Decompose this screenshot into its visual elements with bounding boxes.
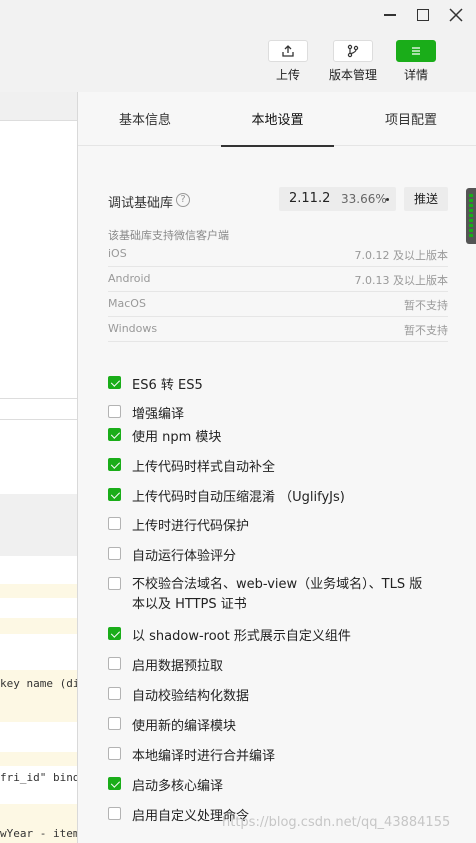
os-support-row: Windows 暂不支持 — [108, 317, 448, 342]
option-label: 自动校验结构化数据 — [132, 689, 250, 704]
library-version: 2.11.2 — [289, 191, 331, 206]
checkbox[interactable] — [108, 428, 121, 441]
checkbox[interactable] — [108, 717, 121, 730]
os-name: Windows — [108, 322, 158, 335]
upload-button[interactable]: 上传 — [258, 40, 318, 83]
indicator-bar — [469, 214, 473, 217]
checkbox[interactable] — [108, 376, 121, 389]
scroll-indicator[interactable] — [466, 188, 476, 244]
details-panel: 基本信息 本地设置 项目配置 调试基础库 ? 2.11.2 33.66% 推送 … — [77, 92, 476, 843]
os-version: 7.0.12 及以上版本 — [354, 249, 448, 262]
option-label: 启用数据预拉取 — [132, 659, 224, 674]
code-line: key name (di — [0, 677, 77, 690]
push-button[interactable]: 推送 — [404, 187, 448, 211]
os-support-row: MacOS 暂不支持 — [108, 292, 448, 317]
tab-project-config[interactable]: 项目配置 — [365, 92, 457, 146]
debug-library-label: 调试基础库 — [108, 196, 174, 211]
checkbox[interactable] — [108, 577, 121, 590]
option-label: 增强编译 — [132, 407, 185, 422]
option-label: 启动多核心编译 — [132, 779, 224, 794]
tab-local-settings[interactable]: 本地设置 — [221, 92, 334, 147]
option-label: 自动运行体验评分 — [132, 549, 237, 564]
indicator-bar — [469, 209, 473, 212]
code-line: fri_id" bind — [0, 771, 77, 784]
minimize-button[interactable] — [377, 3, 403, 27]
indicator-bar — [469, 199, 473, 202]
option-label: 以 shadow-root 形式展示自定义组件 — [132, 629, 351, 644]
details-label: 详情 — [403, 68, 428, 82]
details-button[interactable]: 详情 — [386, 40, 446, 83]
indicator-bar — [469, 224, 473, 227]
divider — [0, 120, 77, 121]
library-percent: 33.66% — [341, 192, 387, 206]
option-label: 本地编译时进行合并编译 — [132, 749, 276, 764]
minimize-icon — [384, 14, 396, 16]
option-label: 上传时进行代码保护 — [132, 519, 250, 534]
os-support-row: Android 7.0.13 及以上版本 — [108, 267, 448, 292]
indicator-bar — [469, 234, 473, 237]
option-label: 上传代码时样式自动补全 — [132, 460, 276, 475]
checkbox[interactable] — [108, 807, 121, 820]
dropdown-dot-icon — [386, 198, 389, 201]
version-management-button[interactable]: 版本管理 — [322, 40, 384, 83]
tab-bar: 基本信息 本地设置 项目配置 — [78, 92, 476, 147]
code-line: wYear - item — [0, 827, 77, 840]
os-version: 暂不支持 — [404, 324, 448, 337]
option-label: 使用新的编译模块 — [132, 719, 237, 734]
checkbox[interactable] — [108, 687, 121, 700]
checkbox[interactable] — [108, 488, 121, 501]
debug-library-row: 调试基础库 ? 2.11.2 33.66% 推送 — [108, 187, 453, 213]
code-highlight — [0, 584, 77, 598]
watermark: https://blog.csdn.net/qq_43884155 — [222, 815, 451, 830]
indicator-bar — [469, 229, 473, 232]
indicator-bar — [469, 219, 473, 222]
title-bar — [0, 0, 476, 30]
os-name: MacOS — [108, 297, 146, 310]
tab-basic-info[interactable]: 基本信息 — [98, 92, 192, 146]
code-highlight — [0, 752, 77, 766]
checkbox[interactable] — [108, 627, 121, 640]
checkbox[interactable] — [108, 777, 121, 790]
editor-background: key name (di fri_id" bind wYear - item — [0, 92, 77, 843]
os-name: iOS — [108, 247, 127, 260]
indicator-bar — [469, 194, 473, 197]
maximize-button[interactable] — [410, 3, 436, 27]
os-version: 暂不支持 — [404, 299, 448, 312]
checkbox[interactable] — [108, 458, 121, 471]
editor-tabbar — [0, 92, 77, 120]
close-button[interactable] — [443, 3, 469, 27]
menu-icon — [412, 47, 420, 55]
checkbox[interactable] — [108, 747, 121, 760]
option-label: ES6 转 ES5 — [132, 378, 203, 393]
code-highlight — [0, 618, 77, 634]
indicator-bar — [469, 204, 473, 207]
branch-icon — [347, 44, 359, 58]
checkbox[interactable] — [108, 657, 121, 670]
option-label: 不校验合法域名、web-view（业务域名）、TLS 版本以及 HTTPS 证书 — [132, 577, 423, 612]
upload-label: 上传 — [275, 68, 300, 82]
close-icon — [449, 8, 463, 22]
library-version-select[interactable]: 2.11.2 33.66% — [279, 187, 396, 211]
toolbar: 上传 版本管理 详情 — [0, 30, 476, 92]
checkbox[interactable] — [108, 517, 121, 530]
checkbox[interactable] — [108, 405, 121, 418]
option-label: 使用 npm 模块 — [132, 430, 222, 445]
upload-icon — [282, 45, 294, 57]
os-version: 7.0.13 及以上版本 — [354, 274, 448, 287]
support-note: 该基础库支持微信客户端 — [108, 229, 229, 242]
divider — [0, 419, 77, 420]
maximize-icon — [417, 9, 429, 21]
version-label: 版本管理 — [328, 68, 377, 82]
option-label: 上传代码时自动压缩混淆 （UglifyJs) — [132, 490, 345, 505]
os-support-row: iOS 7.0.12 及以上版本 — [108, 242, 448, 267]
os-name: Android — [108, 272, 151, 285]
checkbox[interactable] — [108, 547, 121, 560]
help-icon[interactable]: ? — [176, 193, 190, 207]
editor-panel-header — [0, 494, 77, 556]
divider — [0, 398, 77, 399]
